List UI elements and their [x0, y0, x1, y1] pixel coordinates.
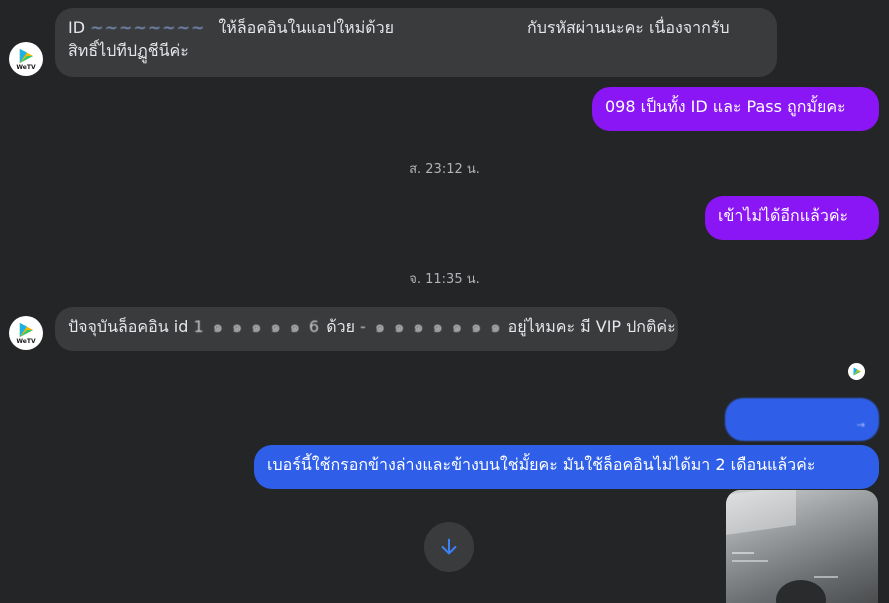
message-text: 098 เป็นทั้ง ID และ Pass ถูกมั้ยคะ: [605, 97, 846, 116]
message-incoming[interactable]: ปัจจุบันล็อคอิน id 1 ๑ ๑ ๑ ๑ ๑ 6 ด้วย - …: [55, 307, 678, 351]
message-incoming[interactable]: ID ~~~~~~~~ ให้ล็อคอินในแอปใหม่ด้วย กับร…: [55, 8, 777, 77]
redacted-id: 1 ๑ ๑ ๑ ๑ ๑ 6: [193, 317, 322, 336]
sender-avatar[interactable]: WeTV: [9, 316, 43, 350]
message-text: เข้าไม่ได้อีกแล้วค่ะ: [718, 206, 849, 225]
message-outgoing[interactable]: เบอร์นี้ใช้กรอกข้างล่างและข้างบนใช่มั้ยค…: [254, 445, 879, 489]
timestamp: ส. 23:12 น.: [409, 162, 480, 177]
avatar-brand: WeTV: [16, 337, 36, 345]
arrow-down-icon: [441, 538, 457, 555]
scroll-to-bottom-button[interactable]: [424, 522, 474, 572]
timestamp: จ. 11:35 น.: [409, 272, 480, 287]
message-text: →: [856, 420, 865, 431]
message-outgoing[interactable]: 098 เป็นทั้ง ID และ Pass ถูกมั้ยคะ: [592, 87, 879, 131]
image-attachment[interactable]: [726, 490, 878, 603]
message-line: ID ~~~~~~~~ ให้ล็อคอินในแอปใหม่ด้วย กับร…: [68, 18, 730, 37]
seen-avatar: [848, 363, 865, 380]
wetv-logo-icon: [19, 48, 34, 63]
avatar-brand: WeTV: [16, 63, 36, 71]
message-text: เบอร์นี้ใช้กรอกข้างล่างและข้างบนใช่มั้ยค…: [267, 455, 816, 474]
wetv-logo-icon: [853, 367, 861, 376]
message-outgoing-blurred[interactable]: →: [725, 398, 879, 441]
redacted-id: ~~~~~~~~: [90, 18, 206, 37]
wetv-logo-icon: [19, 322, 34, 337]
sender-avatar[interactable]: WeTV: [9, 42, 43, 76]
message-outgoing[interactable]: เข้าไม่ได้อีกแล้วค่ะ: [705, 196, 879, 240]
message-line: สิทธิ์ไปทีปฏูชีนีค่ะ: [68, 41, 189, 60]
redacted-password: - ๑ ๑ ๑ ๑ ๑ ๑ ๑: [360, 317, 503, 336]
